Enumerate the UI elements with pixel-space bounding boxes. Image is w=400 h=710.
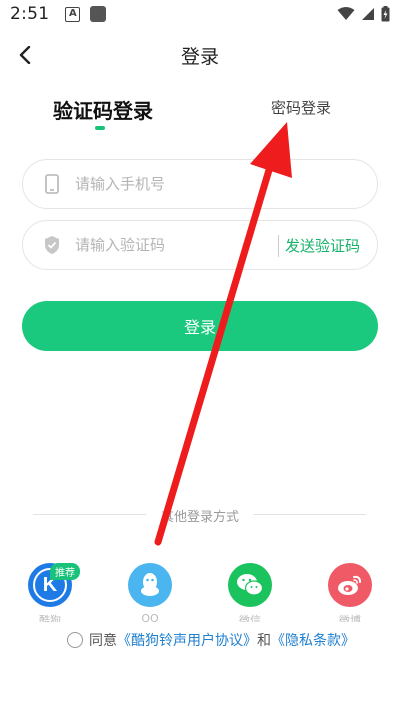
wechat-label: 微信: [239, 614, 261, 622]
recommend-badge: 推荐: [50, 563, 80, 580]
notification-a-icon: A: [65, 6, 81, 22]
agree-and: 和: [257, 633, 271, 649]
qq-login-button[interactable]: [128, 563, 172, 607]
phone-input[interactable]: [75, 175, 255, 193]
phone-field: [22, 159, 378, 209]
kugou-label: 酷狗: [39, 614, 61, 622]
weibo-icon: [338, 575, 361, 595]
verification-code-field: 发送验证码: [22, 220, 378, 270]
tab-sms-login[interactable]: 验证码登录: [53, 95, 153, 124]
active-tab-indicator: [95, 126, 105, 130]
status-bar: 2:51 A: [0, 0, 400, 28]
agree-checkbox[interactable]: [67, 632, 83, 648]
other-login-title: 其他登录方式: [160, 510, 239, 525]
header: 登录: [0, 38, 400, 74]
phone-icon: [41, 173, 63, 195]
status-time: 2:51: [10, 4, 50, 24]
wechat-icon: [237, 574, 264, 596]
field-divider: [278, 235, 279, 257]
wechat-login-button[interactable]: [228, 563, 272, 607]
tab-password-login[interactable]: 密码登录: [271, 97, 331, 118]
notification-square-icon: [90, 6, 107, 22]
login-button[interactable]: 登录: [22, 301, 378, 351]
annotation-arrow-shaft: [154, 156, 276, 546]
weibo-label: 微博: [339, 614, 361, 622]
privacy-link[interactable]: 《隐私条款》: [271, 630, 355, 650]
send-code-button[interactable]: 发送验证码: [285, 235, 360, 256]
page-title: 登录: [180, 46, 219, 68]
agree-prefix: 同意: [89, 633, 117, 649]
divider-right: [253, 514, 366, 515]
wifi-icon: [337, 7, 355, 20]
status-icons: [337, 6, 390, 22]
battery-charging-icon: [381, 6, 390, 22]
signal-icon: [362, 8, 374, 20]
qq-label: QQ: [141, 612, 159, 622]
shield-check-icon: [41, 234, 63, 256]
weibo-login-button[interactable]: [328, 563, 372, 607]
user-agreement-link[interactable]: 《酷狗铃声用户协议》: [117, 630, 257, 650]
verification-code-input[interactable]: [75, 236, 255, 254]
agreement-row: 同意 《酷狗铃声用户协议》 和 《隐私条款》: [67, 630, 355, 650]
qq-icon: [141, 573, 159, 596]
